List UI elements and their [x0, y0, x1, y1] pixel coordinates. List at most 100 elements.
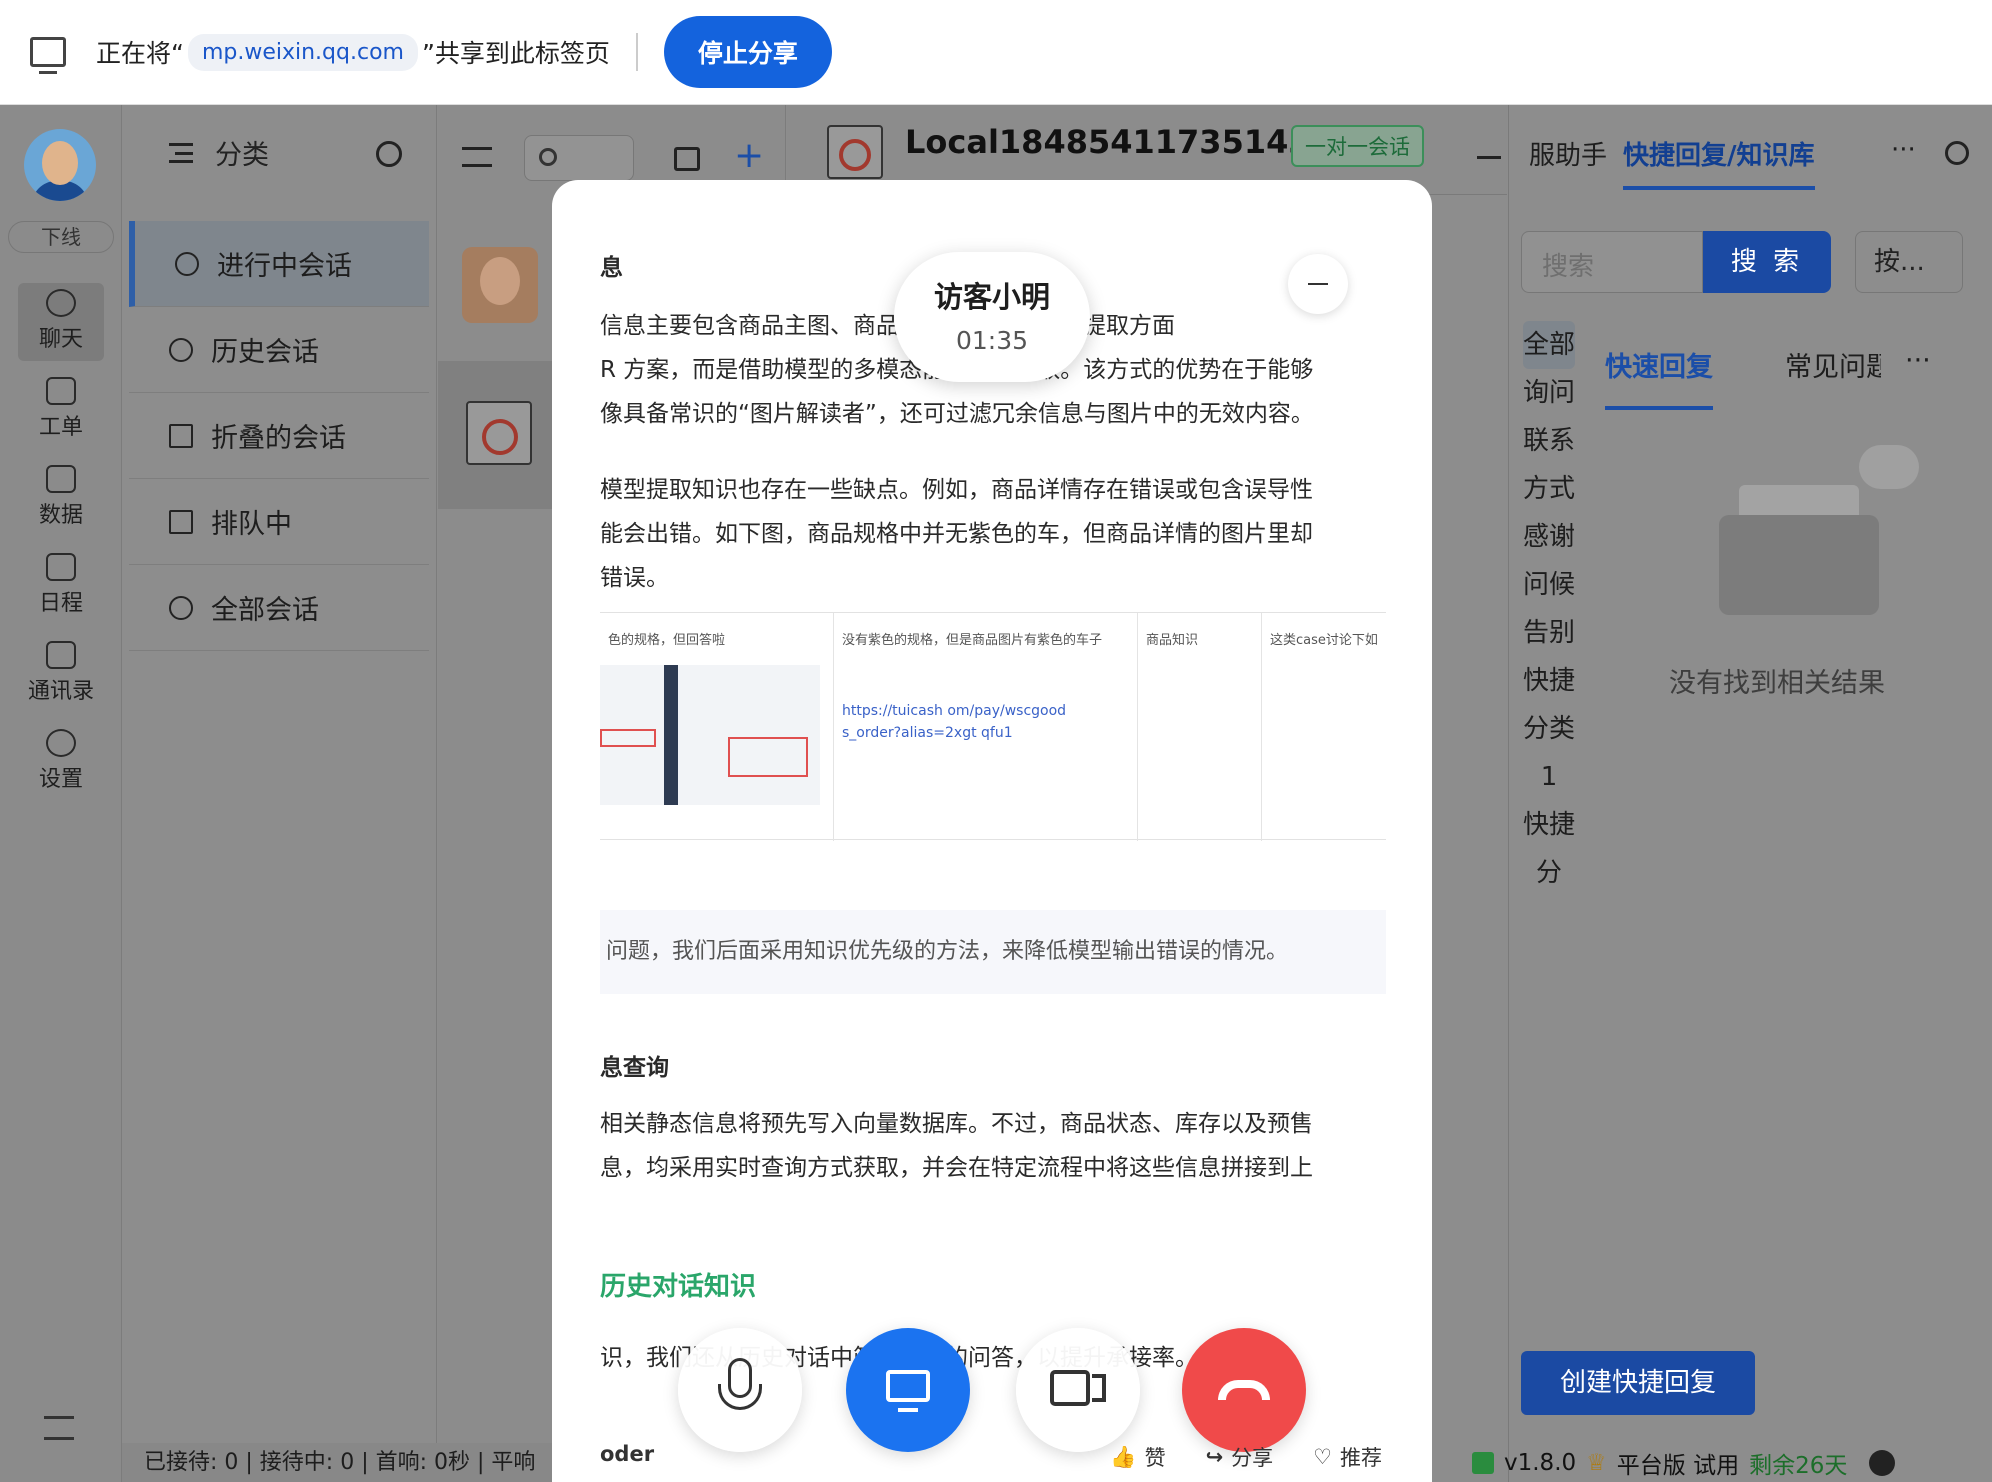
screenshot-thumbnail: [600, 665, 820, 805]
share-prefix: 正在将“: [96, 39, 184, 68]
stop-sharing-button[interactable]: 停止分享: [663, 16, 832, 88]
nav-chat[interactable]: 聊天: [18, 283, 104, 361]
menu-icon[interactable]: [169, 142, 193, 163]
right-tabs: 服助手 快捷回复/知识库 ···: [1509, 125, 1992, 195]
nav-settings[interactable]: 设置: [18, 723, 104, 801]
nav-label: 日程: [38, 591, 83, 616]
left-nav: 下线 聊天 工单 数据 日程 通讯录 设置: [0, 105, 122, 1482]
calendar-icon: [46, 553, 76, 581]
caller-name: 访客小明: [933, 280, 1050, 314]
category-header: 分类: [169, 133, 269, 172]
recommend-action[interactable]: ♡ 推荐: [1313, 1442, 1382, 1472]
category-item[interactable]: 问候: [1523, 561, 1575, 609]
doc-line: 息，均采用实时查询方式获取，并会在特定流程中将这些信息拼接到上: [600, 1155, 1313, 1181]
search-button[interactable]: 搜 索: [1703, 231, 1831, 293]
doc-line: 像具备常识的“图片解读者”，还可过滤冗余信息与图片中的无效内容。: [600, 401, 1314, 427]
empty-state-text: 没有找到相关结果: [1669, 668, 1885, 699]
tab-quick-reply[interactable]: 快捷回复/知识库: [1623, 135, 1815, 190]
call-timer: 01:35: [955, 326, 1029, 355]
thumbs-up-icon: 👍: [1110, 1444, 1137, 1469]
quick-reply-search-input[interactable]: 搜索: [1521, 231, 1703, 293]
category-item[interactable]: 快捷分: [1523, 801, 1575, 897]
chat-title: Local1848541173514370: [905, 123, 1356, 161]
nav-label: 数据: [38, 503, 83, 528]
tab-assistant[interactable]: 服助手: [1529, 135, 1607, 172]
nav-contacts[interactable]: 通讯录: [18, 635, 104, 713]
version-label: v1.8.0: [1504, 1449, 1577, 1476]
nav-label: 聊天: [38, 327, 83, 352]
category-item[interactable]: 询问联系方式: [1523, 369, 1575, 513]
phone-hangup-icon: [1218, 1380, 1270, 1400]
trial-remaining: 剩余26天: [1749, 1452, 1848, 1479]
screen-share-banner: 正在将“ mp.weixin.qq.com ”共享到此标签页 停止分享: [0, 0, 1992, 105]
edit-icon[interactable]: [1477, 135, 1501, 159]
calendar-icon[interactable]: [674, 147, 700, 171]
video-camera-icon: [1050, 1370, 1090, 1406]
sort-select[interactable]: 按...: [1855, 231, 1963, 293]
category-label: 排队中: [211, 509, 292, 540]
table-cell: 这类case讨论下如: [1262, 613, 1386, 841]
monitor-icon: [886, 1370, 930, 1402]
share-action[interactable]: ↪ 分享: [1206, 1442, 1274, 1472]
nav-schedule[interactable]: 日程: [18, 547, 104, 625]
screen-share-icon: [30, 37, 66, 74]
quick-reply-category-list: 全部 询问联系方式 感谢 问候 告别 快捷分类1 快捷分: [1523, 321, 1575, 897]
collapse-menu-icon[interactable]: [44, 1416, 74, 1440]
visitor-avatar[interactable]: [462, 247, 538, 323]
more-icon[interactable]: ···: [1891, 135, 1916, 165]
globe-icon: [466, 401, 532, 465]
table-cell: 商品知识: [1138, 613, 1262, 841]
play-icon: [175, 251, 199, 276]
category-item[interactable]: 快捷分类1: [1523, 657, 1575, 801]
minimize-button[interactable]: [1288, 254, 1348, 314]
category-item[interactable]: 全部: [1523, 321, 1575, 369]
list-toggle-icon[interactable]: [462, 147, 492, 167]
add-icon[interactable]: +: [734, 135, 764, 181]
footer-left-text: oder: [600, 1442, 655, 1466]
category-all[interactable]: 全部会话: [129, 565, 429, 651]
category-queue[interactable]: 排队中: [129, 479, 429, 565]
contacts-icon: [46, 641, 76, 669]
conversation-search[interactable]: [524, 135, 634, 181]
plan-label: 平台版 试用: [1616, 1452, 1740, 1479]
list-icon: [169, 423, 193, 448]
recommend-label: 推荐: [1340, 1446, 1382, 1470]
doc-heading: 息查询: [600, 1055, 669, 1081]
category-folded[interactable]: 折叠的会话: [129, 393, 429, 479]
category-in-progress[interactable]: 进行中会话: [129, 221, 429, 307]
subtab-faq[interactable]: 常见问题: [1785, 345, 1881, 384]
nav-label: 设置: [38, 767, 83, 792]
doc-line: 相关静态信息将预先写入向量数据库。不过，商品状态、库存以及预售: [600, 1111, 1313, 1137]
caller-card: 访客小明 01:35: [894, 252, 1090, 382]
like-label: 赞: [1144, 1446, 1166, 1470]
crown-icon: ♕: [1586, 1449, 1607, 1476]
github-icon[interactable]: [1869, 1449, 1896, 1476]
inbox-icon: [46, 377, 76, 405]
more-icon[interactable]: ···: [1905, 345, 1931, 376]
monitor-icon-stand: [898, 1408, 918, 1412]
right-panel: 服助手 快捷回复/知识库 ··· 搜索 搜 索 按... 全部 询问联系方式 感…: [1508, 105, 1992, 1482]
search-icon: [539, 148, 557, 166]
gear-icon[interactable]: [376, 141, 402, 167]
doc-quote: 问题，我们后面采用知识优先级的方法，来降低模型输出错误的情况。: [600, 910, 1386, 994]
category-item[interactable]: 告别: [1523, 609, 1575, 657]
category-title: 分类: [215, 140, 269, 171]
create-quick-reply-button[interactable]: 创建快捷回复: [1521, 1351, 1755, 1415]
nav-label: 通讯录: [27, 679, 94, 704]
table-header: 色的规格，但回答啦: [608, 633, 726, 648]
nav-tickets[interactable]: 工单: [18, 371, 104, 449]
call-modal: 息 信息主要包含商品主图、商品详情。在图片信息提取方面 R 方案，而是借助模型的…: [552, 180, 1432, 1482]
globe-icon: [827, 125, 883, 179]
table-link[interactable]: https://tuicash om/pay/wscgood s_order?a…: [842, 700, 1129, 744]
like-action[interactable]: 👍 赞: [1110, 1442, 1165, 1472]
category-item[interactable]: 感谢: [1523, 513, 1575, 561]
category-history[interactable]: 历史会话: [129, 307, 429, 393]
share-status-text: 正在将“ mp.weixin.qq.com ”共享到此标签页: [96, 33, 610, 71]
subtab-quick-reply[interactable]: 快速回复: [1605, 345, 1713, 410]
avatar[interactable]: [24, 129, 96, 201]
doc-line: 能会出错。如下图，商品规格中并无紫色的车，但商品详情的图片里却: [600, 521, 1313, 547]
online-status[interactable]: 下线: [8, 221, 114, 253]
gear-icon[interactable]: [1945, 141, 1969, 165]
nav-data[interactable]: 数据: [18, 459, 104, 537]
heart-icon: ♡: [1313, 1445, 1332, 1469]
